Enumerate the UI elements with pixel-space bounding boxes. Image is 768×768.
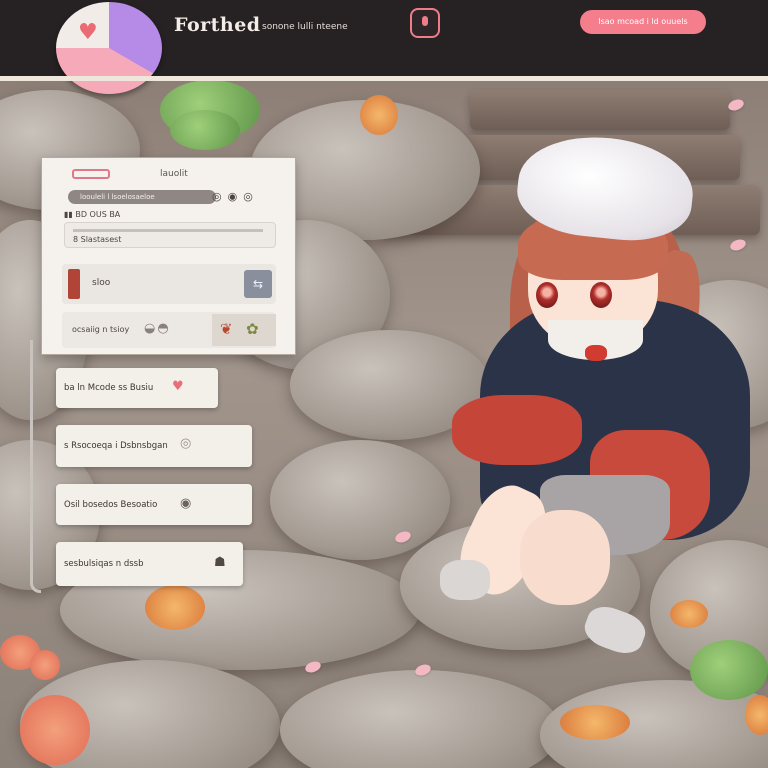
moss-bush [170,110,240,150]
heart-icon[interactable]: ♥ [172,379,184,394]
figure-icon[interactable]: ☗ [214,555,226,570]
strawberry-icon: ❦ [220,320,233,338]
footer-label: ocsaiig n tsioy [72,325,130,334]
item-label: sloo [92,278,111,288]
header-divider [0,76,768,81]
food-thumbnail: ❦ ✿ [212,314,276,346]
panel-tab[interactable] [72,169,110,179]
eye [590,282,612,308]
panel-heading: lauolit [160,169,188,179]
autumn-leaf [745,695,768,735]
list-card[interactable]: sesbulsiqas n dssb ☗ [56,542,243,586]
list-item[interactable]: sloo ⇆ [62,264,276,304]
leg [520,510,610,605]
autumn-leaf [360,95,398,135]
list-card[interactable]: Osil bosedos Besoatio ◉ [56,484,252,525]
card-label: s Rsocoeqa i Dsbnsbgan [64,441,168,451]
app-title: Forthed [174,14,261,36]
header-action-button[interactable]: lsao mcoad i ld ouuels [580,10,706,34]
progress-label: 8 Slastasest [73,235,122,244]
sleeve [452,395,582,465]
search-bar[interactable]: loouleli l lsoelosaeloe [68,190,216,204]
autumn-leaf [560,705,630,740]
lock-button[interactable] [410,8,440,38]
app-subtitle: sonone lulli nteene [262,22,348,32]
bowl-icon: ✿ [246,320,259,338]
sock [440,560,490,600]
rock [270,440,450,560]
connector-line [30,340,41,593]
card-label: Osil bosedos Besoatio [64,500,158,510]
progress-bar [73,229,263,232]
shoe [579,600,651,660]
main-panel: lauolit loouleli l lsoelosaeloe ◎◉◎ ▮▮ B… [41,157,296,355]
target-icon[interactable]: ◎ [180,436,191,451]
panel-footer[interactable]: ocsaiig n tsioy ◒◓ ❦ ✿ [62,312,276,348]
progress-box: 8 Slastasest [64,222,276,248]
list-card[interactable]: ba ln Mcode ss Busiu ♥ [56,368,218,408]
flower [30,650,60,680]
item-thumbnail [68,269,80,299]
record-icon[interactable]: ◉ [180,496,191,511]
eye [536,282,558,308]
search-options-icons[interactable]: ◎◉◎ [212,190,259,203]
card-label: ba ln Mcode ss Busiu [64,383,154,393]
character-illustration [440,129,768,660]
top-bar: ♥ Forthed sonone lulli nteene lsao mcoad… [0,0,768,94]
card-label: sesbulsiqas n dssb [64,559,144,569]
swap-icon[interactable]: ⇆ [244,270,272,298]
lock-icon [422,16,428,26]
rock [280,670,560,768]
bow [585,345,607,361]
footer-icons[interactable]: ◒◓ [144,321,171,336]
stone-step [470,90,730,130]
flower [20,695,90,765]
list-card[interactable]: s Rsocoeqa i Dsbnsbgan ◎ [56,425,252,467]
autumn-leaf [145,585,205,630]
heart-icon: ♥ [78,20,98,45]
panel-meta: ▮▮ BD OUS BA [64,210,121,219]
